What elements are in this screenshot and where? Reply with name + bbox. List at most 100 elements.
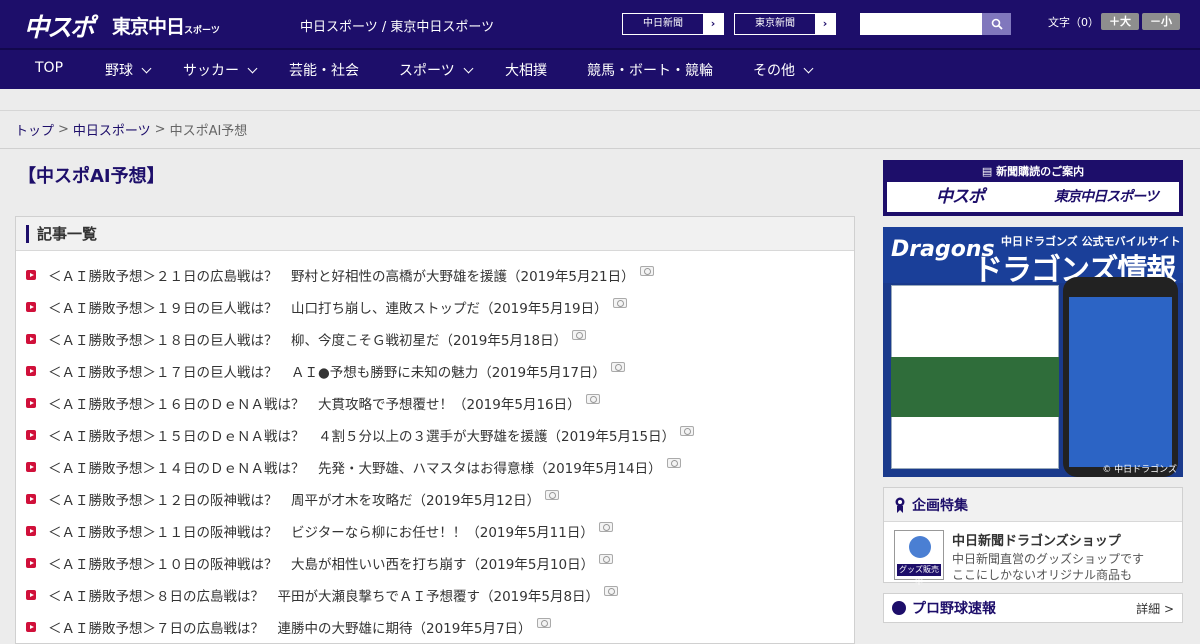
list-item[interactable]: ＜ＡＩ勝敗予想＞１４日のＤｅＮＡ戦は？ 先発・大野雄、ハマスタはお得意様（201… — [26, 451, 854, 483]
camera-icon — [610, 362, 625, 372]
article-title: ＜ＡＩ勝敗予想＞１２日の阪神戦は？ 周平が才木を攻略だ（2019年5月12日） — [48, 493, 541, 509]
subscription-logos: 中スポ 東京中日スポーツ — [885, 182, 1181, 212]
subscription-box: ▤ 新聞購読のご案内 中スポ 東京中日スポーツ — [883, 160, 1183, 216]
arrow-bullet-icon — [26, 430, 36, 440]
nav-sports[interactable]: スポーツ — [399, 60, 474, 80]
camera-icon — [585, 394, 600, 404]
nav-soccer[interactable]: サッカー — [183, 60, 258, 80]
dragons-mobile-banner[interactable]: Dragons 中日ドラゴンズ 公式モバイルサイト ドラゴンズ情報 © 中日ドラ… — [883, 227, 1183, 477]
nav-label: 芸能・社会 — [289, 63, 359, 79]
mascot-image — [909, 536, 931, 558]
tokyo-logo-text: 東京中日 — [112, 16, 185, 38]
nav-baseball[interactable]: 野球 — [105, 60, 152, 80]
shop-text: 中日新聞ドラゴンズショップ 中日新聞直営のグッズショップです ここにしかないオリ… — [952, 530, 1145, 582]
font-size-label: 文字（0） — [1048, 16, 1099, 29]
sidebar: ▤ 新聞購読のご案内 中スポ 東京中日スポーツ Dragons 中日ドラゴンズ … — [883, 160, 1183, 623]
list-item[interactable]: ＜ＡＩ勝敗予想＞２１日の広島戦は？ 野村と好相性の高橋が大野雄を援護（2019年… — [26, 259, 854, 291]
camera-icon — [680, 426, 695, 436]
nav-top[interactable]: TOP — [35, 60, 63, 76]
article-title: ＜ＡＩ勝敗予想＞８日の広島戦は？ 平田が大瀬良撃ちでＡＩ予想覆す（2019年5月… — [48, 589, 600, 605]
font-smaller-button[interactable]: －小 — [1142, 13, 1180, 30]
list-item[interactable]: ＜ＡＩ勝敗予想＞８日の広島戦は？ 平田が大瀬良撃ちでＡＩ予想覆す（2019年5月… — [26, 579, 854, 611]
subscription-heading: ▤ 新聞購読のご案内 — [885, 162, 1181, 182]
article-title: ＜ＡＩ勝敗予想＞１５日のＤｅＮＡ戦は？ ４割５分以上の３選手が大野雄を援護（20… — [48, 429, 676, 445]
article-title: ＜ＡＩ勝敗予想＞１１日の阪神戦は？ ビジターなら柳にお任せ！！（2019年5月1… — [48, 525, 594, 541]
article-list-heading-text: 記事一覧 — [37, 225, 98, 243]
arrow-bullet-icon — [26, 622, 36, 632]
list-item[interactable]: ＜ＡＩ勝敗予想＞１５日のＤｅＮＡ戦は？ ４割５分以上の３選手が大野雄を援護（20… — [26, 419, 854, 451]
article-title: ＜ＡＩ勝敗予想＞７日の広島戦は？ 連勝中の大野雄に期待（2019年5月7日） — [48, 621, 532, 637]
list-item[interactable]: ＜ＡＩ勝敗予想＞１７日の巨人戦は？ ＡＩ●予想も勝野に未知の魅力（2019年5月… — [26, 355, 854, 387]
nav-keiba[interactable]: 競馬・ボート・競輪 — [587, 60, 713, 80]
baseball-icon — [892, 601, 906, 615]
article-title: ＜ＡＩ勝敗予想＞２１日の広島戦は？ 野村と好相性の高橋が大野雄を援護（2019年… — [48, 269, 635, 285]
subscription-heading-text: 新聞購読のご案内 — [996, 165, 1085, 178]
ad-spacer — [0, 89, 1200, 111]
tokyo-shimbun-button[interactable]: 東京新聞 › — [734, 13, 836, 35]
breadcrumb-sep: > — [154, 122, 166, 137]
nav-label: スポーツ — [399, 63, 455, 79]
arrow-bullet-icon — [26, 494, 36, 504]
camera-icon — [604, 586, 619, 596]
chevron-right-icon: › — [703, 14, 723, 34]
nav-entertainment[interactable]: 芸能・社会 — [289, 60, 359, 80]
list-item[interactable]: ＜ＡＩ勝敗予想＞１８日の巨人戦は？ 柳、今度こそＧ戦初星だ（2019年5月18日… — [26, 323, 854, 355]
banner-phone-image — [1063, 277, 1178, 477]
tokyo-logo-small: スポーツ — [184, 26, 220, 36]
nav-label: TOP — [35, 60, 64, 76]
arrow-bullet-icon — [26, 398, 36, 408]
camera-icon — [536, 618, 551, 628]
search-button[interactable] — [982, 13, 1011, 35]
shop-thumb-label: グッズ販売中 — [897, 564, 941, 586]
list-item[interactable]: ＜ＡＩ勝敗予想＞１２日の阪神戦は？ 周平が才木を攻略だ（2019年5月12日） — [26, 483, 854, 515]
search-icon — [991, 18, 1003, 30]
camera-icon — [612, 298, 627, 308]
camera-icon — [666, 458, 681, 468]
font-larger-button[interactable]: ＋大 — [1101, 13, 1139, 30]
nav-label: その他 — [753, 63, 795, 79]
nav-other[interactable]: その他 — [753, 60, 814, 80]
arrow-bullet-icon — [26, 366, 36, 376]
nav-sumo[interactable]: 大相撲 — [505, 60, 547, 80]
main-content: 【中スポAI予想】 記事一覧 ＜ＡＩ勝敗予想＞２１日の広島戦は？ 野村と好相性の… — [15, 150, 855, 644]
list-item[interactable]: ＜ＡＩ勝敗予想＞１０日の阪神戦は？ 大島が相性いい西を打ち崩す（2019年5月1… — [26, 547, 854, 579]
tokyo-shimbun-label: 東京新聞 — [755, 18, 795, 29]
subscribe-tokyo-chunichi-link[interactable]: 東京中日スポーツ — [1033, 182, 1179, 212]
list-item[interactable]: ＜ＡＩ勝敗予想＞１９日の巨人戦は？ 山口打ち崩し、連敗ストップだ（2019年5月… — [26, 291, 854, 323]
article-list-heading: 記事一覧 — [16, 217, 854, 251]
subscribe-chuspo-link[interactable]: 中スポ — [887, 182, 1033, 212]
shop-desc-2: ここにしかないオリジナル商品も — [952, 568, 1133, 582]
breadcrumb-home[interactable]: トップ — [15, 120, 54, 139]
banner-field-image — [891, 357, 1059, 417]
chevron-down-icon — [463, 63, 474, 73]
article-title: ＜ＡＩ勝敗予想＞１６日のＤｅＮＡ戦は？ 大貫攻略で予想覆せ！（2019年5月16… — [48, 397, 581, 413]
list-item[interactable]: ＜ＡＩ勝敗予想＞１１日の阪神戦は？ ビジターなら柳にお任せ！！（2019年5月1… — [26, 515, 854, 547]
nav-label: サッカー — [183, 63, 239, 79]
feature-heading-text: 企画特集 — [912, 497, 968, 514]
banner-copyright: © 中日ドラゴンズ — [1102, 465, 1177, 475]
arrow-bullet-icon — [26, 462, 36, 472]
chunichi-shimbun-button[interactable]: 中日新聞 › — [622, 13, 724, 35]
article-title: ＜ＡＩ勝敗予想＞１４日のＤｅＮＡ戦は？ 先発・大野雄、ハマスタはお得意様（201… — [48, 461, 662, 477]
dragons-shop-link[interactable]: グッズ販売中 中日新聞ドラゴンズショップ 中日新聞直営のグッズショップです ここ… — [884, 522, 1182, 586]
baseball-scores-heading: プロ野球速報 — [912, 601, 996, 617]
tokyo-chunichi-logo[interactable]: 東京中日スポーツ — [112, 12, 220, 39]
chevron-down-icon — [247, 63, 258, 73]
baseball-details-link[interactable]: 詳細 > — [1136, 600, 1174, 617]
breadcrumb-section[interactable]: 中日スポーツ — [73, 120, 151, 139]
chuspo-logo[interactable]: 中スポ — [24, 8, 95, 44]
feature-heading: 企画特集 — [884, 488, 1182, 522]
nav-label: 大相撲 — [505, 63, 547, 79]
camera-icon — [598, 522, 613, 532]
arrow-bullet-icon — [26, 558, 36, 568]
site-header: 中スポ 東京中日スポーツ 中日スポーツ / 東京中日スポーツ 中日新聞 › 東京… — [0, 0, 1200, 48]
article-title: ＜ＡＩ勝敗予想＞１９日の巨人戦は？ 山口打ち崩し、連敗ストップだ（2019年5月… — [48, 301, 608, 317]
shop-desc-1: 中日新聞直営のグッズショップです — [952, 552, 1145, 566]
list-item[interactable]: ＜ＡＩ勝敗予想＞１６日のＤｅＮＡ戦は？ 大貫攻略で予想覆せ！（2019年5月16… — [26, 387, 854, 419]
nav-label: 競馬・ボート・競輪 — [587, 63, 713, 79]
search-input[interactable] — [860, 13, 982, 35]
list-item[interactable]: ＜ＡＩ勝敗予想＞７日の広島戦は？ 連勝中の大野雄に期待（2019年5月7日） — [26, 611, 854, 643]
article-title: ＜ＡＩ勝敗予想＞１０日の阪神戦は？ 大島が相性いい西を打ち崩す（2019年5月1… — [48, 557, 595, 573]
article-list-panel: 記事一覧 ＜ＡＩ勝敗予想＞２１日の広島戦は？ 野村と好相性の高橋が大野雄を援護（… — [15, 216, 855, 644]
newspaper-icon: ▤ — [981, 165, 997, 178]
